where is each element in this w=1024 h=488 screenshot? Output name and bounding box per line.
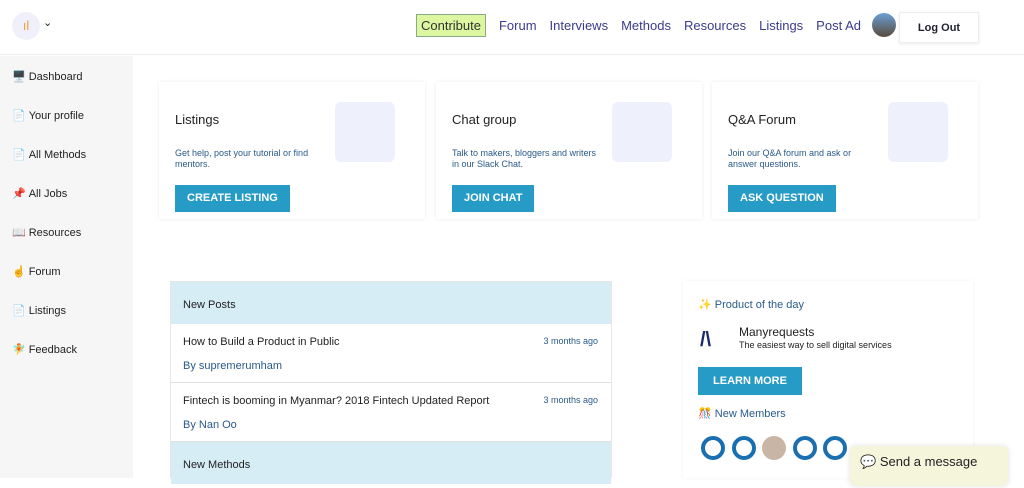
member-avatar[interactable] <box>823 436 847 460</box>
sidebar-item-methods[interactable]: 📄 All Methods <box>12 148 87 162</box>
logo-icon[interactable]: ıl <box>12 12 40 40</box>
listing-illustration <box>335 102 395 162</box>
chevron-down-icon[interactable]: ⌄ <box>43 16 52 29</box>
product-tagline: The easiest way to sell digital services <box>739 340 892 350</box>
sidebar-item-feedback[interactable]: 🧚 Feedback <box>12 343 78 357</box>
nav-resources[interactable]: Resources <box>684 18 746 33</box>
chat-card: Chat group Talk to makers, bloggers and … <box>436 82 702 219</box>
sidebar-item-dashboard[interactable]: 🖥️ Dashboard <box>12 70 83 84</box>
members-heading: 🎊 New Members <box>698 408 786 420</box>
qa-illustration <box>888 102 948 162</box>
sidebar: 🖥️ Dashboard 📄 Your profile 📄 All Methods 📌… <box>0 56 133 478</box>
member-avatar[interactable] <box>762 436 786 460</box>
sidebar-label: All Methods <box>28 148 87 161</box>
nav-post-ad[interactable]: Post Ad <box>816 18 861 33</box>
page-icon: 📄 <box>12 305 26 317</box>
speech-bubble-icon: 💬 <box>860 454 877 469</box>
nav-contribute[interactable]: Contribute <box>416 13 486 37</box>
sidebar-label: Forum <box>28 265 61 278</box>
listings-card: Listings Get help, post your tutorial or… <box>159 82 425 219</box>
card-description: Join our Q&A forum and ask or answer que… <box>728 148 852 169</box>
sidebar-label: All Jobs <box>28 187 68 200</box>
nav-forum[interactable]: Forum <box>499 18 537 33</box>
chat-label: Send a message <box>879 454 978 469</box>
join-chat-button[interactable]: JOIN CHAT <box>452 185 535 212</box>
card-description: Talk to makers, bloggers and writers in … <box>452 148 597 169</box>
sidebar-label: Listings <box>28 304 66 317</box>
pointing-hand-icon: ☝️ <box>12 266 26 278</box>
nav-interviews[interactable]: Interviews <box>550 18 609 33</box>
sidebar-label: Your profile <box>28 109 84 122</box>
post-item[interactable]: Fintech is booming in Myanmar? 2018 Fint… <box>171 383 611 442</box>
post-item[interactable]: How to Build a Product in Public 3 month… <box>171 324 611 383</box>
post-title[interactable]: How to Build a Product in Public <box>183 336 340 348</box>
new-posts-panel: New Posts How to Build a Product in Publ… <box>170 281 612 484</box>
card-title: Chat group <box>452 112 517 127</box>
monitor-icon: 🖥️ <box>12 71 26 83</box>
pin-icon: 📌 <box>12 188 26 200</box>
sidebar-label: Dashboard <box>28 70 83 83</box>
sidebar-item-listings[interactable]: 📄 Listings <box>12 304 66 318</box>
learn-more-button[interactable]: LEARN MORE <box>698 367 802 395</box>
post-date: 3 months ago <box>543 336 598 346</box>
post-date: 3 months ago <box>543 395 598 405</box>
book-icon: 📖 <box>12 227 26 239</box>
page-icon: 📄 <box>12 149 26 161</box>
card-description: Get help, post your tutorial or find men… <box>175 148 309 169</box>
chat-illustration <box>612 102 672 162</box>
panel-header: New Posts <box>171 282 611 324</box>
user-avatar[interactable] <box>871 13 896 37</box>
product-name[interactable]: Manyrequests <box>739 325 814 339</box>
sidebar-item-jobs[interactable]: 📌 All Jobs <box>12 187 68 201</box>
page-icon: 📄 <box>12 110 26 122</box>
member-avatar[interactable] <box>793 436 817 460</box>
logout-button[interactable]: Log Out <box>899 12 979 43</box>
member-avatar[interactable] <box>732 436 756 460</box>
nav-listings[interactable]: Listings <box>759 18 803 33</box>
card-title: Listings <box>175 112 220 127</box>
create-listing-button[interactable]: CREATE LISTING <box>175 185 290 212</box>
member-avatar[interactable] <box>701 436 725 460</box>
sidebar-label: Feedback <box>28 343 78 356</box>
send-message-widget[interactable]: 💬 Send a message <box>850 446 1008 486</box>
main-nav: Contribute Forum Interviews Methods Reso… <box>416 13 896 37</box>
post-author[interactable]: By supremerumham <box>183 360 282 372</box>
sidebar-item-profile[interactable]: 📄 Your profile <box>12 109 84 123</box>
top-header: ıl ⌄ Contribute Forum Interviews Methods… <box>0 0 1024 55</box>
product-heading: ✨ Product of the day <box>698 299 805 311</box>
sidebar-label: Resources <box>28 226 82 239</box>
qa-card: Q&A Forum Join our Q&A forum and ask or … <box>712 82 978 219</box>
post-title[interactable]: Fintech is booming in Myanmar? 2018 Fint… <box>183 395 489 407</box>
ask-question-button[interactable]: ASK QUESTION <box>728 185 836 212</box>
nav-methods[interactable]: Methods <box>621 18 671 33</box>
manyrequests-logo: /\ <box>700 329 712 351</box>
sidebar-item-resources[interactable]: 📖 Resources <box>12 226 82 240</box>
fairy-icon: 🧚 <box>12 344 26 356</box>
sidebar-item-forum[interactable]: ☝️ Forum <box>12 265 61 279</box>
card-title: Q&A Forum <box>728 112 796 127</box>
post-author[interactable]: By Nan Oo <box>183 419 237 431</box>
